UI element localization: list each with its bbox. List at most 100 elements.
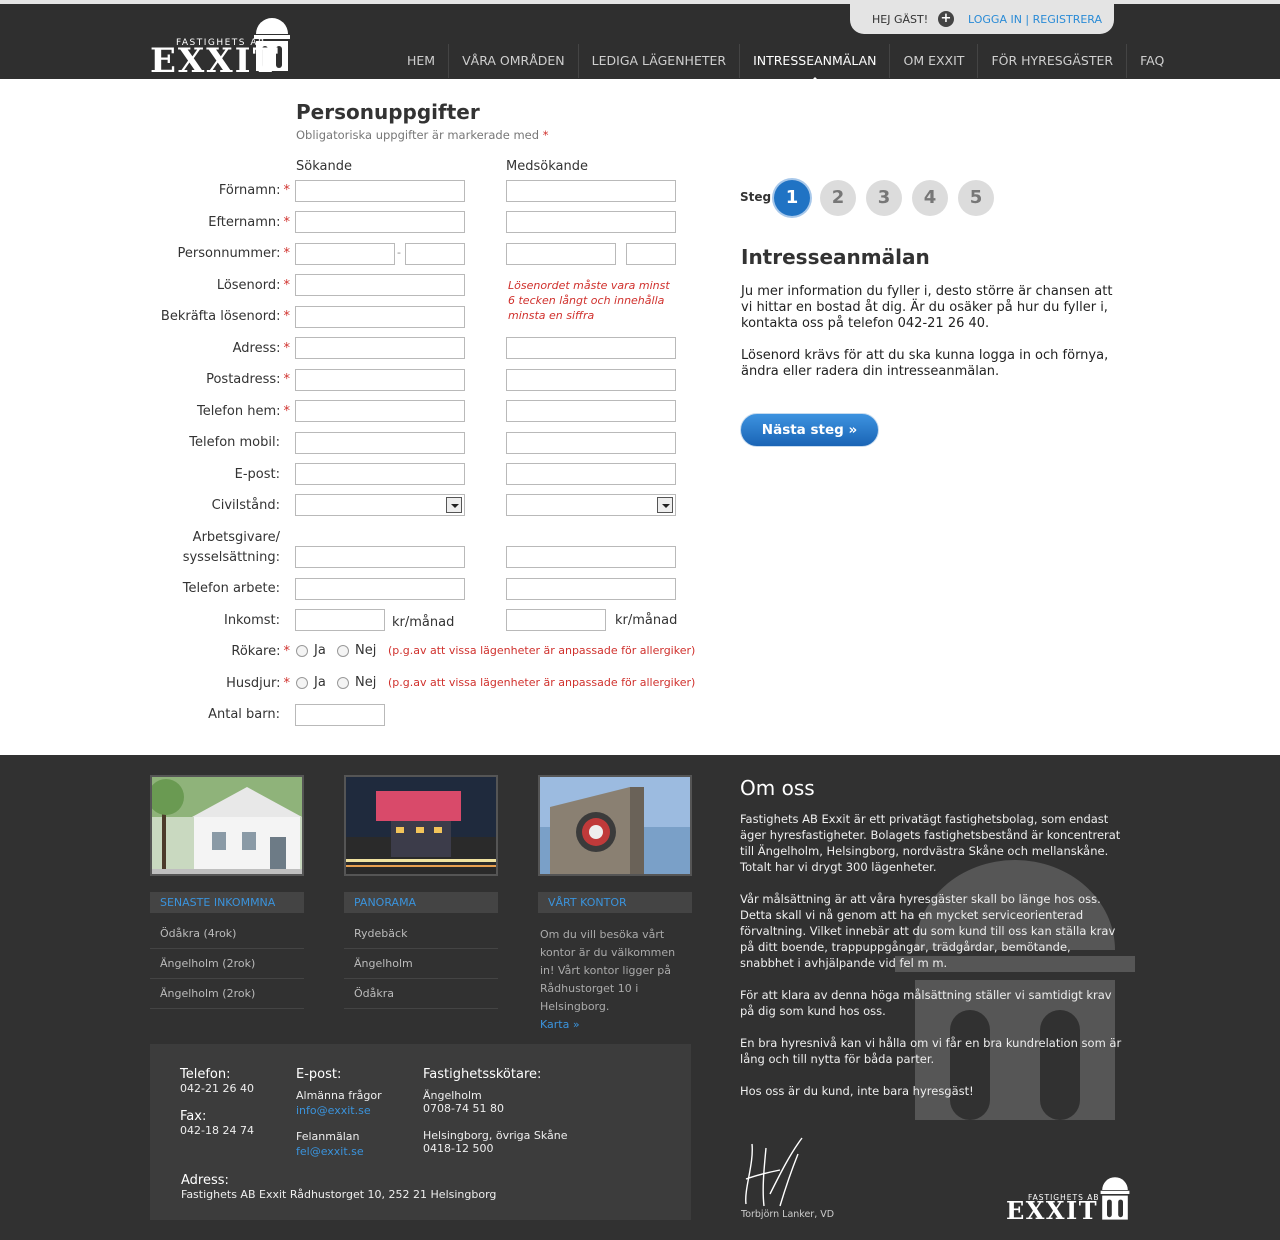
step-3[interactable]: 3 [866,180,902,216]
nav-lediga-lagenheter[interactable]: LEDIGA LÄGENHETER [577,44,739,78]
nav-for-hyresgaster[interactable]: FÖR HYRESGÄSTER [977,44,1126,78]
phone-mobile-input[interactable] [295,432,465,454]
employer-input[interactable] [295,546,465,568]
co-address-input[interactable] [506,337,676,359]
co-ssn-date-input[interactable] [506,243,616,265]
pets-yes-label[interactable]: Ja [314,675,326,690]
steps-label: Steg [740,190,772,204]
phone-home-input[interactable] [295,400,465,422]
children-input[interactable] [295,704,385,726]
nav-vara-omraden[interactable]: VÅRA OMRÅDEN [448,44,578,78]
panorama-item[interactable]: Rydebäck [344,919,498,949]
nav-faq[interactable]: FAQ [1126,44,1177,78]
step-2[interactable]: 2 [820,180,856,216]
next-step-button[interactable]: Nästa steg » [740,413,879,447]
office-text: Om du vill besöka vårt kontor är du välk… [540,926,690,1034]
exxit-logo[interactable]: FASTIGHETS AB EXXIT [150,16,296,78]
co-income-input[interactable] [506,609,606,631]
site-header: FASTIGHETS AB EXXIT HEJ GÄST! + LOGGA IN… [0,0,1280,83]
nav-om-exxit[interactable]: OM EXXIT [889,44,977,78]
latest-item[interactable]: Ängelholm (2rok) [150,949,304,979]
chevron-down-icon[interactable] [446,497,462,513]
about-title: Om oss [740,776,815,800]
panorama-thumbnail[interactable] [344,775,498,876]
label-employer-line1: Arbetsgivare/ [192,530,280,545]
label-postal: Postadress: * [10,372,290,387]
co-lastname-input[interactable] [506,211,676,233]
phone-work-input[interactable] [295,578,465,600]
required-marker: * [283,246,291,261]
email-input[interactable] [295,463,465,485]
co-employer-input[interactable] [506,546,676,568]
about-text-3: För att klara av denna höga målsättning … [740,988,1112,1018]
footer-logo-wordmark: EXXIT [1006,1196,1099,1225]
co-phone-work-input[interactable] [506,578,676,600]
login-link[interactable]: LOGGA IN [968,13,1022,26]
label-text: Postadress: [206,372,281,387]
step-4[interactable]: 4 [912,180,948,216]
label-lastname: Efternamn: * [10,215,290,230]
fault-email-link[interactable]: fel@exxit.se [296,1145,364,1158]
label-ssn: Personnummer: * [10,246,290,261]
address-input[interactable] [295,337,465,359]
pets-note: (p.g.av att vissa lägenheter är anpassad… [388,676,696,689]
pets-no-label[interactable]: Nej [355,675,376,690]
pets-no-radio[interactable] [337,677,349,689]
civil-select[interactable] [295,494,465,516]
ssn-date-input[interactable] [295,243,395,265]
nav-hem[interactable]: HEM [394,44,448,78]
label-text: Telefon hem: [196,404,281,419]
col-head-coapplicant: Medsökande [506,159,588,174]
form-subtitle-text: Obligatoriska uppgifter är markerade med [296,128,540,142]
firstname-input[interactable] [295,180,465,202]
password-input[interactable] [295,274,465,296]
confirm-password-input[interactable] [295,306,465,328]
col-head-applicant: Sökande [296,159,352,174]
label-email: E-post: [234,467,280,482]
co-postal-input[interactable] [506,369,676,391]
required-marker: * [283,404,291,419]
latest-item[interactable]: Ängelholm (2rok) [150,979,304,1009]
smoker-yes-radio[interactable] [296,645,308,657]
building-night-photo [346,777,496,874]
co-ssn-suffix-input[interactable] [626,243,676,265]
fax-value: 042-18 24 74 [180,1124,254,1137]
ssn-suffix-input[interactable] [405,243,465,265]
panorama-item[interactable]: Ängelholm [344,949,498,979]
register-link[interactable]: REGISTRERA [1033,13,1102,26]
label-text: Rökare: [231,644,281,659]
caretaker-label: Fastighetsskötare: [423,1067,542,1082]
nav-intresseanmalan[interactable]: INTRESSEANMÄLAN [739,44,889,83]
latest-thumbnail[interactable] [150,775,304,876]
income-input[interactable] [295,609,385,631]
label-phone-work: Telefon arbete: [182,581,280,596]
pets-yes-radio[interactable] [296,677,308,689]
label-text: Adress: [232,341,281,356]
smoker-yes-label[interactable]: Ja [314,643,326,658]
plus-icon[interactable]: + [938,11,954,27]
co-phone-home-input[interactable] [506,400,676,422]
house-photo [152,777,302,874]
about-text-5: Hos oss är du kund, inte bara hyresgäst! [740,1084,974,1098]
latest-item[interactable]: Ödåkra (4rok) [150,919,304,949]
label-address: Adress: * [10,341,290,356]
lastname-input[interactable] [295,211,465,233]
about-text-1: Fastighets AB Exxit är ett privatägt fas… [740,812,1121,874]
co-email-input[interactable] [506,463,676,485]
contact-box: Telefon: 042-21 26 40 Fax: 042-18 24 74 … [150,1044,691,1220]
co-phone-mobile-input[interactable] [506,432,676,454]
step-1[interactable]: 1 [774,180,810,216]
label-text: Efternamn: [208,215,281,230]
general-label: Almänna frågor [296,1089,382,1102]
step-5[interactable]: 5 [958,180,994,216]
map-link[interactable]: Karta » [540,1018,580,1031]
co-civil-select[interactable] [506,494,676,516]
chevron-down-icon[interactable] [657,497,673,513]
smoker-no-radio[interactable] [337,645,349,657]
postal-input[interactable] [295,369,465,391]
smoker-no-label[interactable]: Nej [355,643,376,658]
general-email-link[interactable]: info@exxit.se [296,1104,371,1117]
panorama-item[interactable]: Ödåkra [344,979,498,1009]
office-thumbnail[interactable] [538,775,692,876]
co-firstname-input[interactable] [506,180,676,202]
